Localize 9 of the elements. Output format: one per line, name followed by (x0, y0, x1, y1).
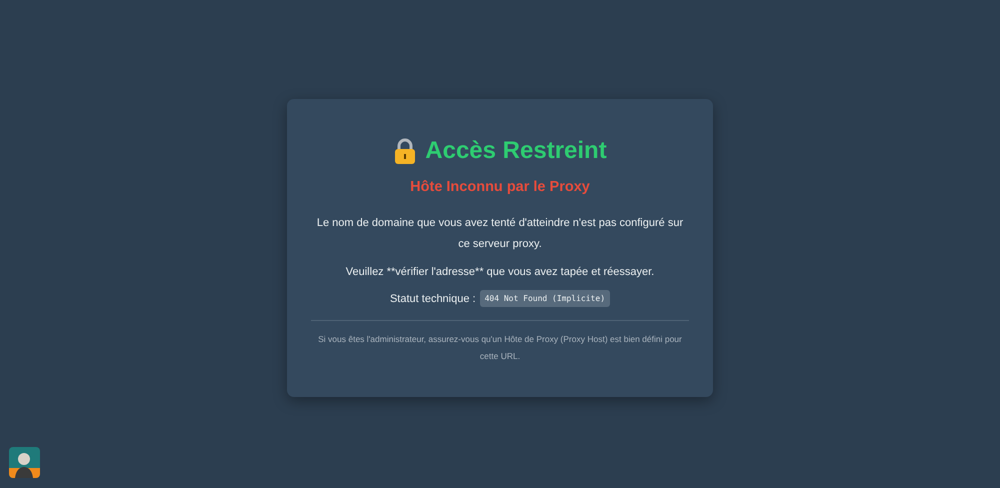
page-title: Accès Restreint (425, 137, 607, 165)
avatar-icon[interactable] (9, 447, 40, 478)
footer-note: Si vous êtes l'administrateur, assurez-vous qu'un Hôte de Proxy (Proxy Host) est bien défini pour cette URL. (317, 333, 683, 363)
status-code: 404 Not Found (Implicite) (480, 290, 610, 307)
message-text: Veuillez **vérifier l'adresse** que vous avez tapée et réessayer. (344, 265, 656, 280)
padlock-icon (393, 138, 418, 164)
status-label: Statut technique : (390, 292, 476, 304)
subtitle: Hôte Inconnu par le Proxy (409, 179, 591, 195)
message-text: Le nom de domaine que vous avez tenté d'atteindre n'est pas configuré sur ce serveur proxy. (316, 216, 684, 252)
